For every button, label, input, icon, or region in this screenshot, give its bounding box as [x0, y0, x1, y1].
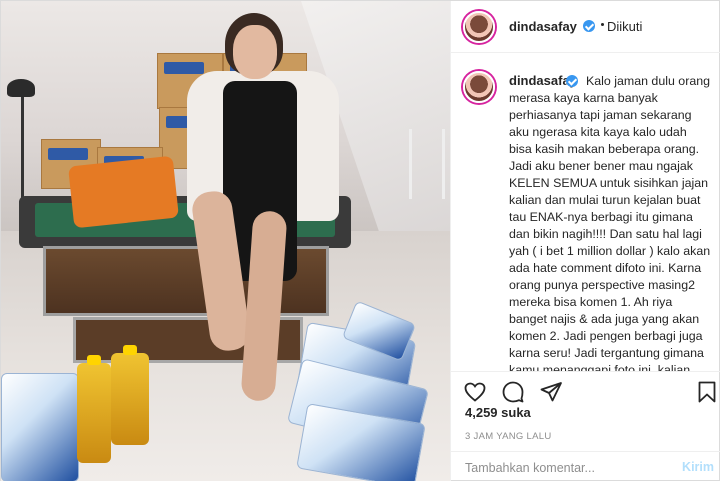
photo-lamp-pole — [21, 93, 24, 203]
comment-input[interactable] — [465, 460, 665, 476]
caption-body: Kalo jaman dulu orang merasa kaya karna … — [509, 74, 711, 371]
photo-lamp-head — [7, 79, 35, 97]
send-comment-button[interactable]: Kirim — [682, 460, 714, 474]
photo-snacks — [68, 155, 179, 229]
verified-badge-icon — [583, 20, 595, 32]
post-side-panel: dindasafay Diikuti Kalo jaman dulu orang… — [450, 1, 720, 481]
separator-dot — [601, 23, 604, 26]
like-count[interactable]: 4,259 suka — [465, 405, 531, 420]
photo-oil-cap — [123, 345, 137, 355]
heart-icon[interactable] — [463, 380, 487, 404]
photo-oil-cap — [87, 355, 101, 365]
photo-woman-face — [233, 25, 277, 79]
avatar[interactable] — [463, 11, 495, 43]
caption-text: Kalo jaman dulu orang merasa kaya karna … — [509, 73, 711, 371]
follow-status-button[interactable]: Diikuti — [607, 19, 642, 34]
photo-oil-bottle — [77, 363, 111, 463]
post-header: dindasafay Diikuti — [451, 1, 720, 53]
caption-avatar[interactable] — [463, 71, 495, 103]
share-icon[interactable] — [539, 380, 563, 404]
photo-rice-bag — [1, 373, 79, 481]
photo-ladder — [409, 129, 445, 199]
post-photo[interactable] — [1, 1, 450, 481]
instagram-post: dindasafay Diikuti Kalo jaman dulu orang… — [0, 0, 720, 481]
caption-area: Kalo jaman dulu orang merasa kaya karna … — [451, 53, 720, 371]
username[interactable]: dindasafay — [509, 19, 577, 34]
post-timestamp[interactable]: 3 JAM YANG LALU — [465, 431, 552, 442]
bookmark-icon[interactable] — [695, 380, 719, 404]
verified-badge-icon — [566, 75, 578, 87]
photo-oil-bottle — [111, 353, 149, 445]
comment-box: Kirim — [451, 451, 720, 481]
comment-icon[interactable] — [501, 380, 525, 404]
